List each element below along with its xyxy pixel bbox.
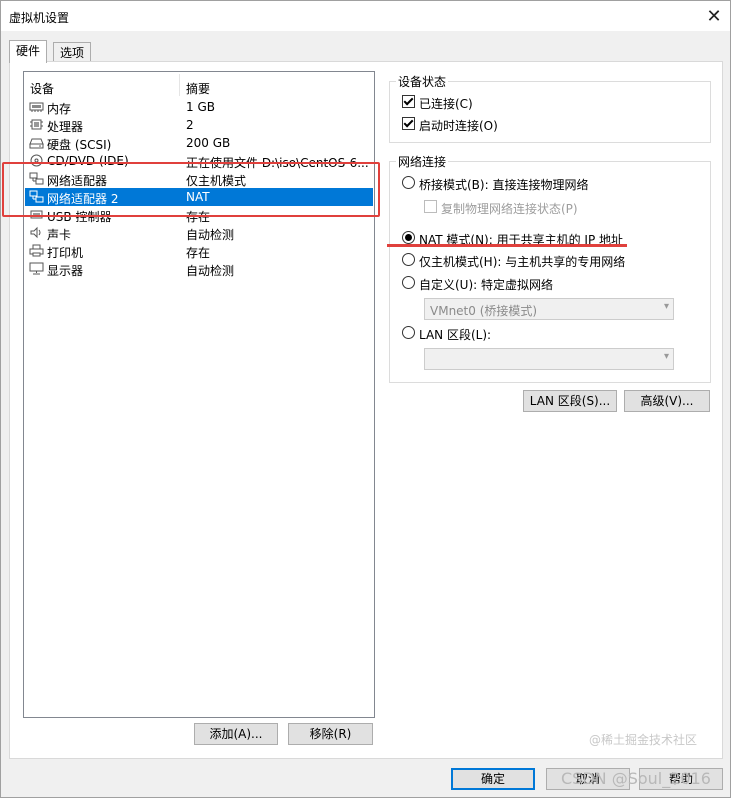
annotation-underline <box>387 244 627 247</box>
lan-segment-radio[interactable] <box>402 326 415 339</box>
vm-settings-dialog: 虚拟机设置 ✕ 硬件 选项 设备 摘要 内存 1 GB 处理器 2 硬盘 (SC… <box>0 0 731 798</box>
column-header-device[interactable]: 设备 <box>30 80 54 97</box>
lan-segments-button[interactable]: LAN 区段(S)... <box>523 390 617 412</box>
connected-label[interactable]: 已连接(C) <box>419 95 473 112</box>
monitor-icon <box>29 262 44 275</box>
custom-network-select[interactable]: VMnet0 (桥接模式) ▾ <box>424 298 674 320</box>
speaker-icon <box>30 226 41 239</box>
device-row-memory[interactable]: 内存 1 GB <box>25 98 373 116</box>
host-only-radio[interactable] <box>402 253 415 266</box>
juejin-watermark: @稀土掘金技术社区 <box>589 733 698 747</box>
close-icon[interactable]: ✕ <box>698 1 730 31</box>
chevron-down-icon: ▾ <box>663 351 669 362</box>
device-name: 内存 <box>47 102 72 116</box>
device-row-harddisk[interactable]: 硬盘 (SCSI) 200 GB <box>25 134 373 152</box>
column-header-summary[interactable]: 摘要 <box>186 80 210 97</box>
device-list-header: 设备 摘要 <box>24 72 374 96</box>
printer-icon <box>29 244 44 257</box>
device-summary: 自动检测 <box>186 264 235 278</box>
replicate-state-label[interactable]: 复制物理网络连接状态(P) <box>441 200 578 217</box>
device-summary: 1 GB <box>186 100 215 114</box>
device-name: 打印机 <box>47 246 84 260</box>
connect-at-power-on-label[interactable]: 启动时连接(O) <box>419 117 498 134</box>
network-connection-legend: 网络连接 <box>396 153 449 170</box>
device-summary: 200 GB <box>186 136 231 150</box>
tab-options[interactable]: 选项 <box>53 42 92 63</box>
device-row-sound[interactable]: 声卡 自动检测 <box>25 224 373 242</box>
device-name: 声卡 <box>47 228 72 242</box>
harddisk-icon <box>29 138 44 149</box>
device-summary: 自动检测 <box>186 228 235 242</box>
device-row-processor[interactable]: 处理器 2 <box>25 116 373 134</box>
connected-checkbox[interactable] <box>402 95 415 108</box>
cpu-icon <box>30 119 43 130</box>
column-divider[interactable] <box>179 74 180 96</box>
ok-button[interactable]: 确定 <box>451 768 535 790</box>
memory-icon <box>29 102 44 112</box>
device-row-printer[interactable]: 打印机 存在 <box>25 242 373 260</box>
host-only-label[interactable]: 仅主机模式(H): 与主机共享的专用网络 <box>419 253 625 270</box>
replicate-state-checkbox[interactable] <box>424 200 437 213</box>
device-name: 显示器 <box>47 264 84 278</box>
remove-button[interactable]: 移除(R) <box>288 723 373 745</box>
tab-hardware[interactable]: 硬件 <box>9 40 48 63</box>
annotation-highlight-box <box>2 162 380 217</box>
device-name: 硬盘 (SCSI) <box>47 138 112 152</box>
device-status-legend: 设备状态 <box>396 73 449 90</box>
custom-radio[interactable] <box>402 276 415 289</box>
device-summary: 2 <box>186 118 194 132</box>
chevron-down-icon: ▾ <box>663 301 669 312</box>
nat-radio[interactable] <box>402 231 415 244</box>
connect-at-power-on-checkbox[interactable] <box>402 117 415 130</box>
lan-segment-label[interactable]: LAN 区段(L): <box>419 326 491 343</box>
add-button[interactable]: 添加(A)... <box>194 723 278 745</box>
device-row-display[interactable]: 显示器 自动检测 <box>25 260 373 278</box>
device-summary: 存在 <box>186 246 211 260</box>
advanced-button[interactable]: 高级(V)... <box>624 390 710 412</box>
custom-network-value: VMnet0 (桥接模式) <box>430 304 538 318</box>
device-name: 处理器 <box>47 120 84 134</box>
title-bar: 虚拟机设置 ✕ <box>1 1 730 31</box>
window-title: 虚拟机设置 <box>9 11 70 25</box>
lan-segment-select[interactable]: ▾ <box>424 348 674 370</box>
csdn-watermark: CSDN @Soul_2016 <box>561 769 711 788</box>
bridged-label[interactable]: 桥接模式(B): 直接连接物理网络 <box>419 176 588 193</box>
custom-label[interactable]: 自定义(U): 特定虚拟网络 <box>419 276 553 293</box>
bridged-radio[interactable] <box>402 176 415 189</box>
